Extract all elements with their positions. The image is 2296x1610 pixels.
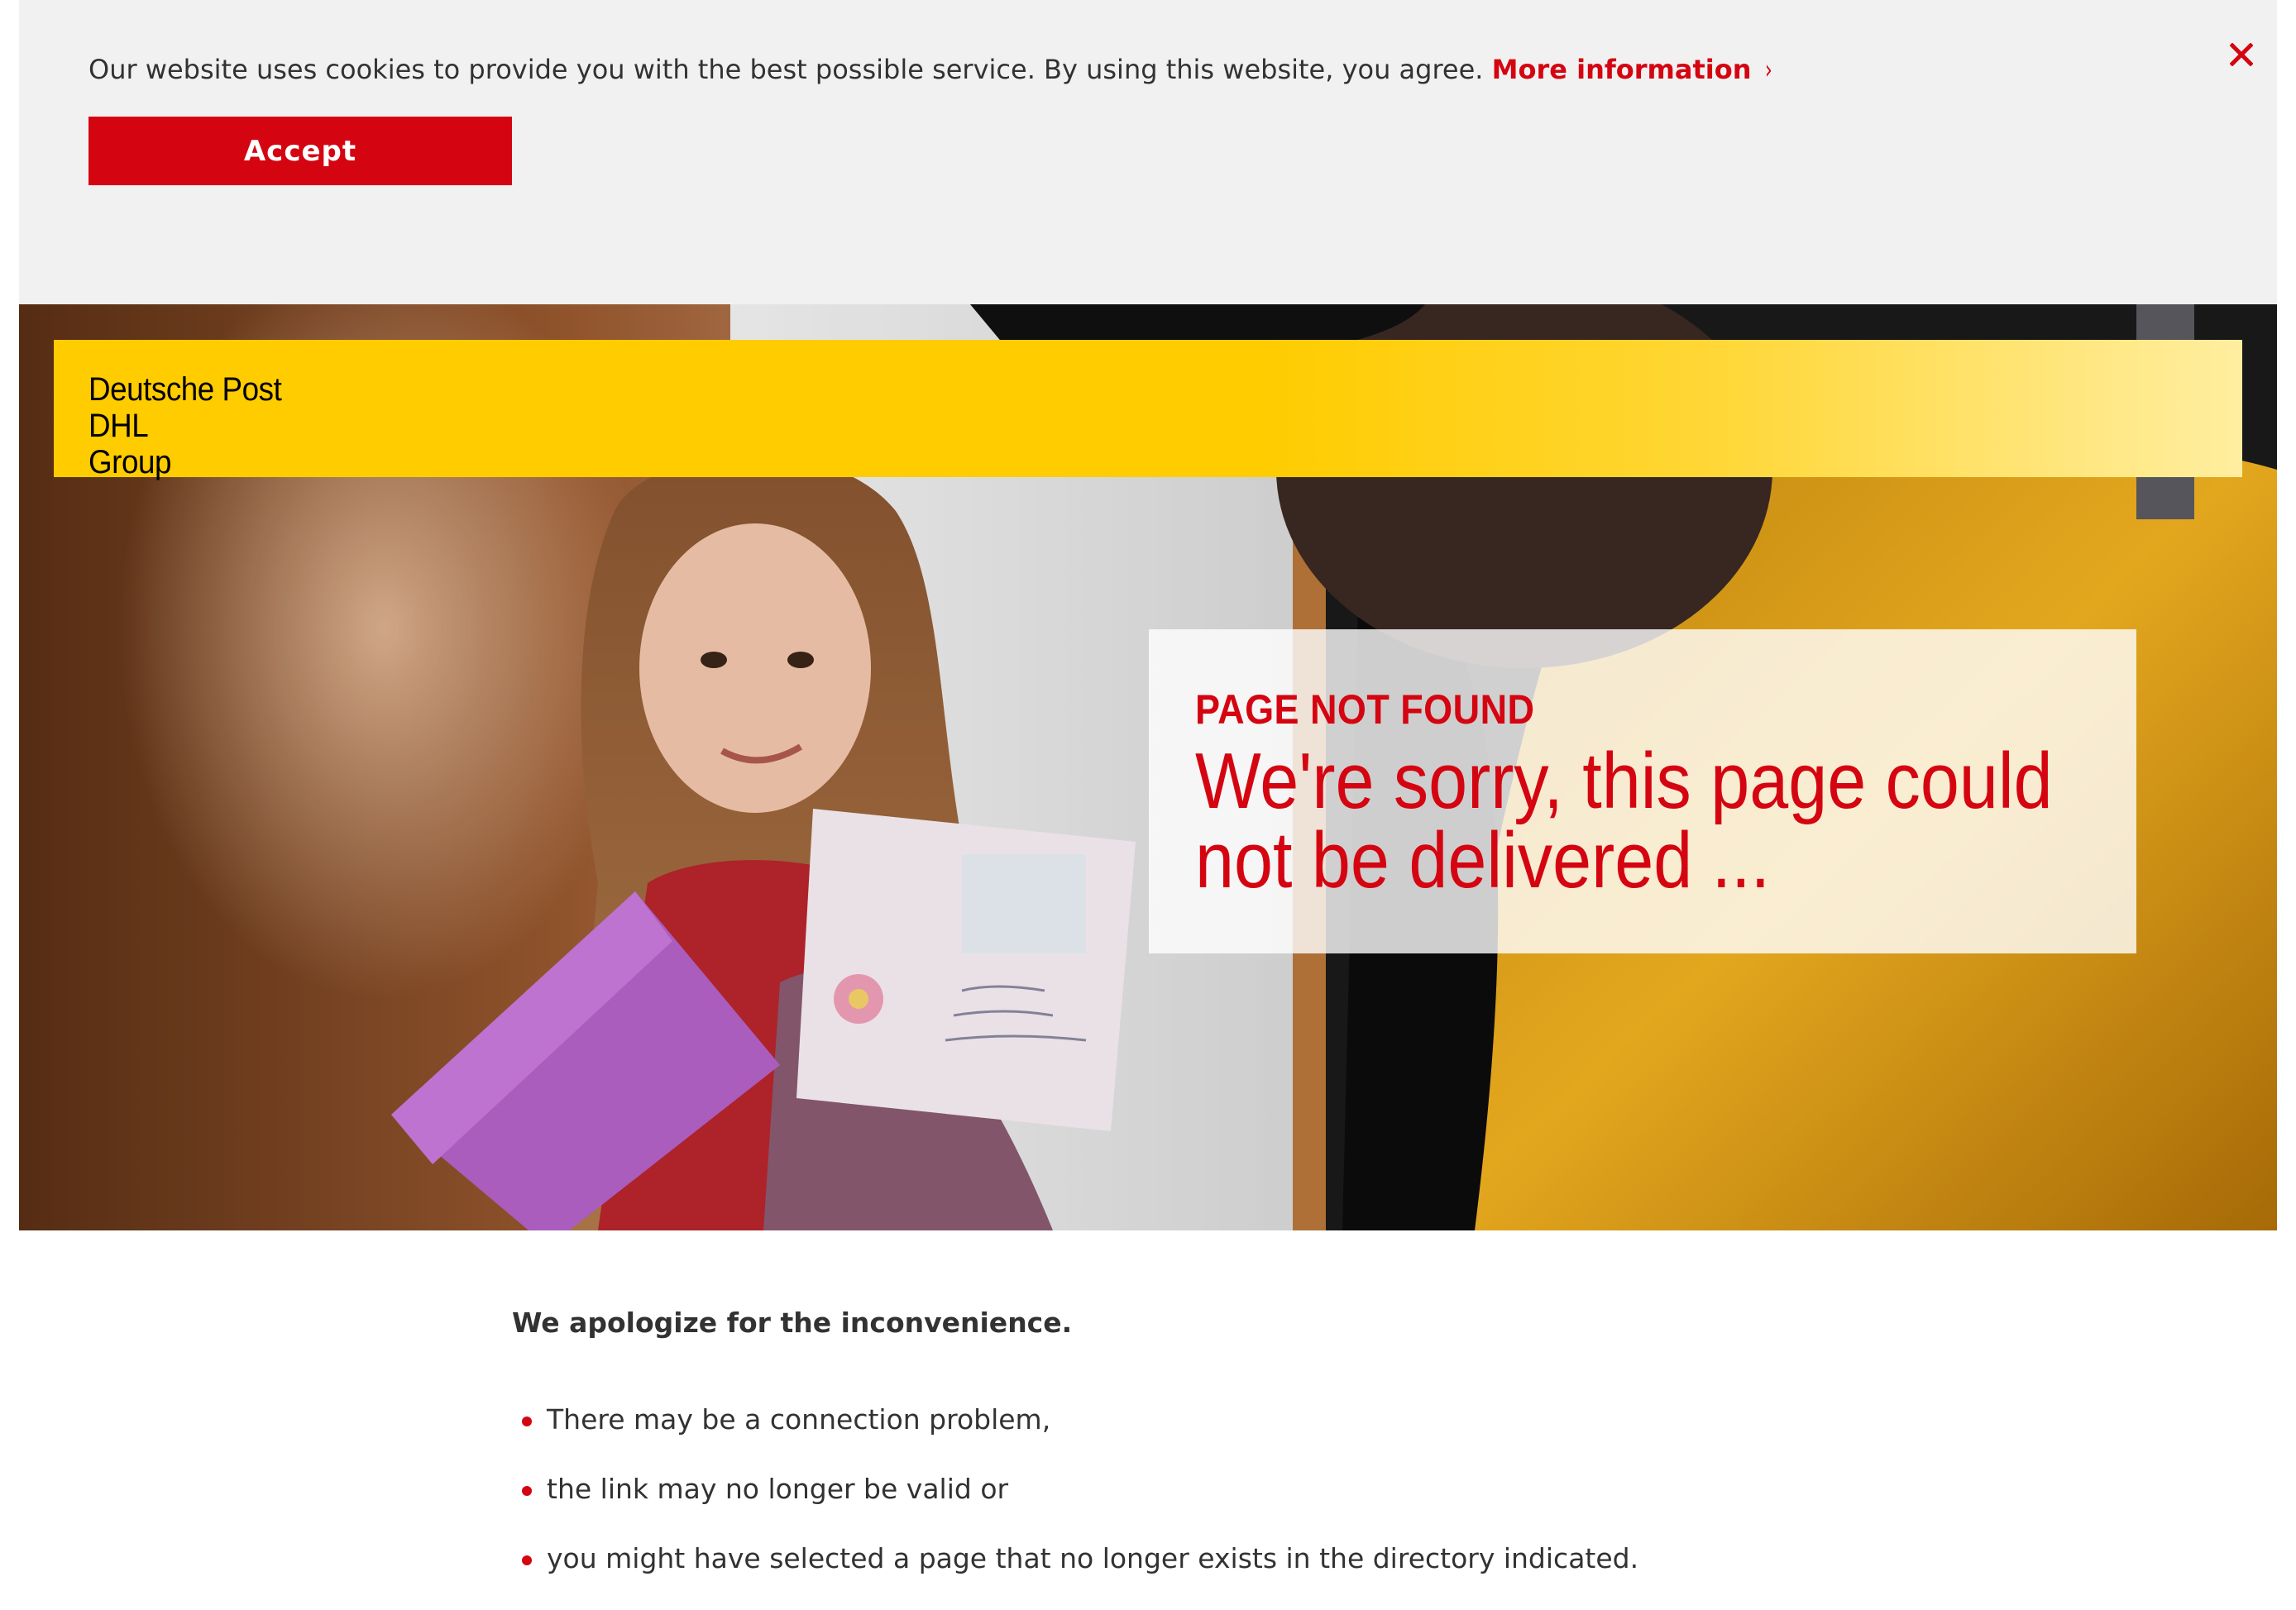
deutsche-post-dhl-logo[interactable]: Deutsche Post DHL Group: [88, 371, 347, 480]
close-icon: [2230, 43, 2253, 66]
cookie-text: Our website uses cookies to provide you …: [88, 54, 1484, 85]
more-information-link[interactable]: More information ›: [1492, 54, 1774, 85]
bullet-icon: [522, 1555, 532, 1565]
apology-text: We apologize for the inconvenience.: [512, 1307, 1073, 1339]
cookie-message: Our website uses cookies to provide you …: [88, 51, 1773, 88]
brand-header: Deutsche Post DHL Group: [54, 340, 2242, 480]
reason-text: There may be a connection problem,: [547, 1403, 1051, 1436]
error-content: We apologize for the inconvenience. Ther…: [512, 1302, 1753, 1574]
logo-line-1: Deutsche Post DHL: [88, 371, 282, 444]
error-message-box: PAGE NOT FOUND We're sorry, this page co…: [1149, 629, 2136, 953]
reason-text: you might have selected a page that no l…: [547, 1542, 1639, 1574]
chevron-right-icon: ›: [1764, 54, 1772, 85]
reason-item: There may be a connection problem,: [512, 1402, 1753, 1471]
accept-cookies-button[interactable]: Accept: [88, 117, 512, 185]
more-information-label: More information: [1491, 54, 1752, 85]
hero-section: Deutsche Post DHL Group PAGE NOT FOUND W…: [19, 304, 2277, 1230]
reason-text: the link may no longer be valid or: [547, 1473, 1009, 1505]
error-headline: We're sorry, this page could not be deli…: [1195, 737, 2053, 905]
reason-item: you might have selected a page that no l…: [512, 1541, 1753, 1610]
cookie-banner: Our website uses cookies to provide you …: [19, 0, 2277, 304]
bullet-icon: [522, 1486, 532, 1496]
bullet-icon: [522, 1417, 532, 1426]
reason-item: the link may no longer be valid or: [512, 1471, 1753, 1541]
error-kicker: PAGE NOT FOUND: [1195, 686, 1535, 733]
page: Our website uses cookies to provide you …: [19, 0, 2277, 1574]
close-banner-button[interactable]: [2223, 36, 2260, 73]
logo-line-2: Group: [88, 444, 171, 480]
reasons-list: There may be a connection problem, the l…: [512, 1402, 1753, 1610]
